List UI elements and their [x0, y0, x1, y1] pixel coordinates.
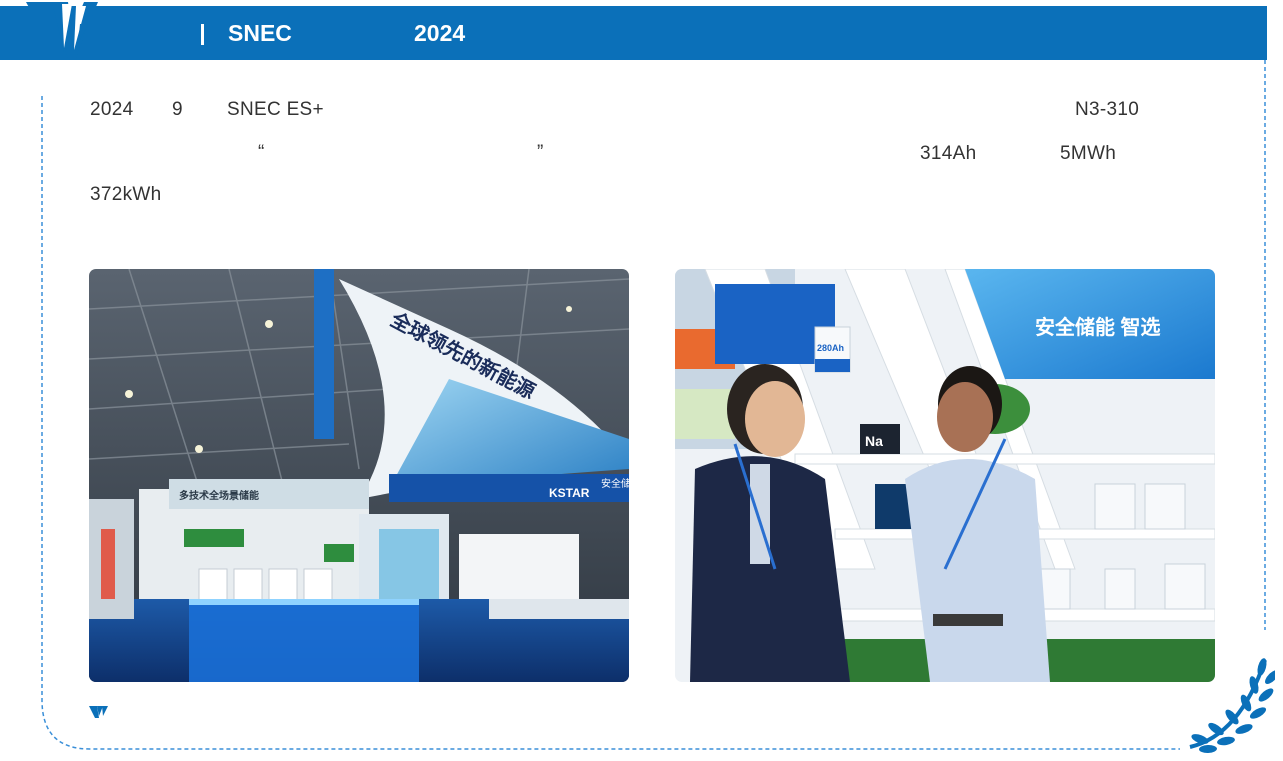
text-quote-open: “ — [258, 142, 265, 163]
text-month: 9 — [172, 99, 183, 120]
booth-photo: 全球领先的新能源 KSTAR 安全储 多技术全场景储能 — [89, 269, 629, 682]
brand-logo-icon — [26, 2, 98, 60]
na-label: Na — [865, 433, 883, 449]
screen-banner-text: 安全储能 智选 — [1035, 315, 1161, 339]
header-event: SNEC — [228, 20, 292, 46]
header-separator — [201, 24, 204, 45]
visitors-photo: 安全储能 智选 280Ah Na — [675, 269, 1215, 682]
text-system-capacity: 5MWh — [1060, 143, 1117, 164]
laurel-icon — [1189, 658, 1275, 754]
text-cell-capacity: 314Ah — [920, 143, 977, 164]
text-quote-close: ” — [537, 142, 544, 163]
text-show-name: SNEC ES+ — [227, 99, 324, 120]
text-year: 2024 — [90, 99, 134, 120]
text-cabinet-capacity: 372kWh — [90, 184, 162, 205]
brand-text: KSTAR — [549, 486, 590, 500]
booth-sign-text: 多技术全场景储能 — [179, 489, 259, 502]
header-bar: SNEC 2024 — [0, 6, 1267, 60]
header-year: 2024 — [414, 20, 466, 46]
text-booth-number: N3-310 — [1075, 99, 1140, 120]
footer-logo-icon — [89, 706, 108, 718]
panel-text: 安全储 — [601, 477, 629, 490]
battery-label: 280Ah — [817, 343, 844, 353]
